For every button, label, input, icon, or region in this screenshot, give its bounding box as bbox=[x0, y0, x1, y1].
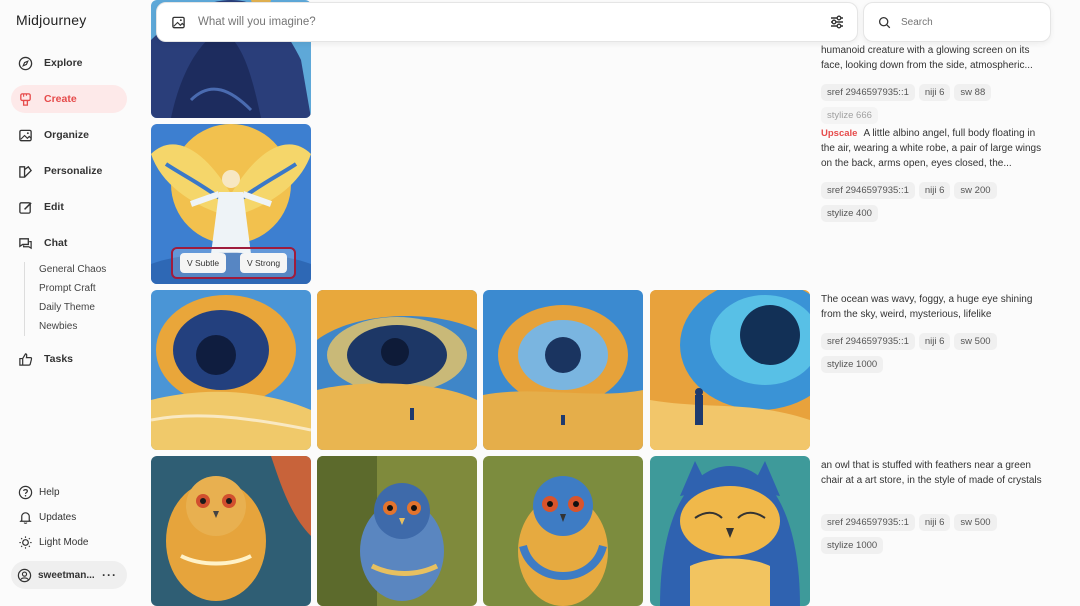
vary-strong-button[interactable]: V Strong bbox=[239, 253, 288, 273]
job-image[interactable] bbox=[483, 456, 643, 606]
chat-room-prompt-craft[interactable]: Prompt Craft bbox=[39, 283, 96, 294]
job-prompt[interactable]: Upscale A little albino angel, full body … bbox=[821, 126, 1051, 171]
param-chip[interactable]: niji 6 bbox=[918, 333, 951, 350]
nav-tasks[interactable]: Tasks bbox=[11, 345, 127, 373]
bell-icon bbox=[17, 509, 33, 525]
vary-subtle-button[interactable]: V Subtle bbox=[179, 253, 227, 273]
chat-room-daily-theme[interactable]: Daily Theme bbox=[39, 302, 95, 313]
thumbs-up-icon bbox=[17, 351, 33, 367]
job-image[interactable] bbox=[317, 290, 477, 450]
param-chip[interactable]: stylize 1000 bbox=[821, 356, 884, 373]
param-chip[interactable]: niji 6 bbox=[918, 182, 951, 199]
user-icon bbox=[17, 568, 32, 583]
nav-chat[interactable]: Chat bbox=[11, 229, 127, 257]
job-params: sref 2946597935::1 niji 6 sw 500stylize 10… bbox=[821, 512, 1051, 558]
brush-icon bbox=[17, 91, 33, 107]
job-image[interactable] bbox=[317, 456, 477, 606]
search-icon bbox=[878, 16, 891, 29]
job-prompt[interactable]: an owl that is stuffed with feathers nea… bbox=[821, 458, 1051, 488]
job-prompt[interactable]: The ocean was wavy, foggy, a huge eye sh… bbox=[821, 292, 1051, 322]
param-chip[interactable]: sw 200 bbox=[954, 182, 997, 199]
prompt-input[interactable] bbox=[196, 15, 800, 29]
help-icon bbox=[17, 484, 33, 500]
job-image[interactable] bbox=[650, 456, 810, 606]
app-logo[interactable]: Midjourney bbox=[16, 12, 86, 28]
nav-label: Light Mode bbox=[39, 536, 89, 548]
nav-updates[interactable]: Updates bbox=[17, 509, 76, 525]
nav-label: Tasks bbox=[44, 353, 73, 365]
param-chip[interactable]: sref 2946597935::1 bbox=[821, 182, 915, 199]
image-icon bbox=[17, 127, 33, 143]
job-params: sref 2946597935::1 niji 6 sw 200stylize 40… bbox=[821, 180, 1051, 226]
compass-icon bbox=[17, 55, 33, 71]
param-chip[interactable]: sref 2946597935::1 bbox=[821, 333, 915, 350]
nav-organize[interactable]: Organize bbox=[11, 121, 127, 149]
job-image[interactable] bbox=[151, 456, 311, 606]
job-params: sref 2946597935::1 niji 6 sw 88stylize 666 bbox=[821, 82, 1051, 128]
nav-label: Edit bbox=[44, 201, 64, 213]
param-chip[interactable]: niji 6 bbox=[918, 84, 951, 101]
chat-icon bbox=[17, 235, 33, 251]
chat-room-general-chaos[interactable]: General Chaos bbox=[39, 264, 106, 275]
param-chip[interactable]: sw 500 bbox=[954, 333, 997, 350]
param-chip[interactable]: sref 2946597935::1 bbox=[821, 84, 915, 101]
upscale-badge: Upscale bbox=[821, 128, 858, 139]
job-params: sref 2946597935::1 niji 6 sw 500stylize 10… bbox=[821, 331, 1051, 377]
param-chip[interactable]: stylize 1000 bbox=[821, 537, 884, 554]
job-prompt[interactable]: humanoid creature with a glowing screen … bbox=[821, 43, 1051, 73]
param-chip[interactable]: stylize 666 bbox=[821, 107, 878, 124]
nav-explore[interactable]: Explore bbox=[11, 49, 127, 77]
nav-light-mode[interactable]: Light Mode bbox=[17, 534, 88, 550]
param-chip[interactable]: niji 6 bbox=[918, 514, 951, 531]
job-image[interactable] bbox=[483, 290, 643, 450]
settings-sliders-icon[interactable] bbox=[829, 14, 845, 30]
more-options-icon[interactable]: ··· bbox=[102, 568, 117, 582]
vary-buttons-group: V Subtle V Strong bbox=[171, 247, 296, 279]
nav-create[interactable]: Create bbox=[11, 85, 127, 113]
sun-icon bbox=[17, 534, 33, 550]
param-chip[interactable]: sref 2946597935::1 bbox=[821, 514, 915, 531]
prompt-bar bbox=[156, 2, 858, 42]
chat-tree-line bbox=[24, 262, 25, 336]
sidebar: Midjourney Explore Create Organize Perso… bbox=[0, 0, 137, 600]
param-chip[interactable]: sw 88 bbox=[954, 84, 992, 101]
nav-help[interactable]: Help bbox=[17, 484, 60, 500]
nav-label: Create bbox=[44, 93, 77, 105]
job-image[interactable] bbox=[151, 290, 311, 450]
param-chip[interactable]: sw 500 bbox=[954, 514, 997, 531]
search-input[interactable] bbox=[899, 15, 1033, 29]
nav-edit[interactable]: Edit bbox=[11, 193, 127, 221]
user-menu[interactable]: sweetman... ··· bbox=[11, 561, 127, 589]
edit-icon bbox=[17, 199, 33, 215]
job-image[interactable] bbox=[650, 290, 810, 450]
image-upload-icon[interactable] bbox=[171, 15, 186, 30]
chat-room-newbies[interactable]: Newbies bbox=[39, 321, 77, 332]
param-chip[interactable]: stylize 400 bbox=[821, 205, 878, 222]
search-box bbox=[863, 2, 1051, 42]
nav-label: Explore bbox=[44, 57, 83, 69]
user-name: sweetman... bbox=[38, 569, 95, 581]
nav-label: Organize bbox=[44, 129, 89, 141]
nav-label: Updates bbox=[39, 511, 77, 523]
palette-icon bbox=[17, 163, 33, 179]
nav-label: Chat bbox=[44, 237, 68, 249]
nav-personalize[interactable]: Personalize bbox=[11, 157, 127, 185]
nav-label: Help bbox=[39, 486, 60, 498]
nav-label: Personalize bbox=[44, 165, 103, 177]
